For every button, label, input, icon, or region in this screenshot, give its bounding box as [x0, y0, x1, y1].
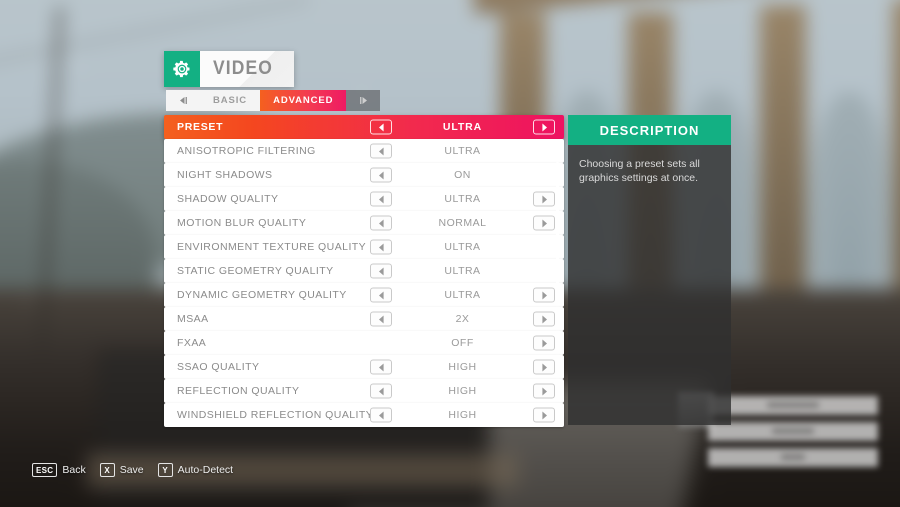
triangle-left-icon[interactable]	[370, 167, 392, 183]
setting-row[interactable]: SHADOW QUALITY ULTRA	[164, 187, 564, 211]
setting-label: DYNAMIC GEOMETRY QUALITY	[177, 289, 347, 301]
setting-value: NORMAL	[438, 217, 487, 229]
setting-label: FXAA	[177, 337, 207, 349]
setting-label: MOTION BLUR QUALITY	[177, 217, 307, 229]
page-title-plate: VIDEO	[200, 51, 295, 87]
footer-hint[interactable]: ESC Back	[32, 463, 86, 477]
setting-label: SHADOW QUALITY	[177, 193, 279, 205]
description-header: DESCRIPTION	[568, 115, 731, 145]
setting-label: MSAA	[177, 313, 209, 325]
footer-hint[interactable]: Y Auto-Detect	[157, 463, 234, 477]
settings-rows: ANISOTROPIC FILTERING ULTRA NIGHT SHADOWS O…	[164, 139, 564, 427]
triangle-right-icon[interactable]	[533, 335, 555, 351]
triangle-left-icon[interactable]	[370, 215, 392, 231]
setting-value: ULTRA	[444, 289, 481, 301]
settings-scrollbar-track[interactable]	[556, 140, 559, 402]
triangle-right-icon[interactable]	[533, 119, 555, 135]
setting-row[interactable]: DYNAMIC GEOMETRY QUALITY ULTRA	[164, 283, 564, 307]
setting-value: OFF	[451, 337, 474, 349]
triangle-right-icon[interactable]	[533, 407, 555, 423]
tab-advanced[interactable]: ADVANCED	[260, 90, 347, 111]
setting-row[interactable]: NIGHT SHADOWS ON	[164, 163, 564, 187]
settings-list[interactable]: PRESET ULTRA ANISOTROPIC FILTERING ULTRA N…	[164, 115, 564, 431]
tab-advanced-label: ADVANCED	[273, 95, 334, 106]
setting-value: ULTRA	[444, 145, 481, 157]
description-text: Choosing a preset sets all graphics sett…	[579, 158, 700, 184]
footer-hint-key: X	[99, 463, 115, 477]
description-title: DESCRIPTION	[599, 122, 700, 138]
setting-row[interactable]: ANISOTROPIC FILTERING ULTRA	[164, 139, 564, 163]
footer-hint[interactable]: X Save	[99, 463, 144, 477]
background-menu-button	[708, 422, 878, 441]
setting-value: ULTRA	[444, 265, 481, 277]
triangle-left-icon[interactable]	[370, 143, 392, 159]
setting-row[interactable]: STATIC GEOMETRY QUALITY ULTRA	[164, 259, 564, 283]
description-panel: DESCRIPTION Choosing a preset sets all g…	[568, 115, 731, 425]
setting-value: HIGH	[448, 361, 477, 373]
footer-hint-key: ESC	[32, 463, 58, 477]
setting-label: NIGHT SHADOWS	[177, 169, 273, 181]
triangle-left-icon[interactable]	[370, 359, 392, 375]
setting-value: HIGH	[448, 385, 477, 397]
tab-basic[interactable]: BASIC	[200, 90, 261, 111]
triangle-right-icon[interactable]	[533, 383, 555, 399]
triangle-left-icon[interactable]	[370, 263, 392, 279]
tab-basic-label: BASIC	[213, 95, 248, 106]
triangle-right-icon[interactable]	[533, 359, 555, 375]
background-menu-buttons	[708, 396, 878, 468]
setting-label: ANISOTROPIC FILTERING	[177, 145, 316, 157]
setting-value: ULTRA	[444, 193, 481, 205]
setting-row[interactable]: WINDSHIELD REFLECTION QUALITY HIGH	[164, 403, 564, 427]
setting-value: 2X	[455, 313, 470, 325]
tab-prev-button[interactable]	[166, 90, 200, 111]
triangle-left-icon[interactable]	[370, 191, 392, 207]
game-video-settings-screen: VIDEO BASIC ADVANCED PRESET ULTRA ANISOT…	[0, 0, 900, 507]
setting-row[interactable]: FXAA OFF	[164, 331, 564, 355]
triangle-left-icon[interactable]	[370, 383, 392, 399]
triangle-right-icon[interactable]	[533, 191, 555, 207]
setting-row[interactable]: MOTION BLUR QUALITY NORMAL	[164, 211, 564, 235]
footer-hints: ESC Back X Save Y Auto-Detect	[32, 463, 233, 477]
footer-hint-key: Y	[157, 463, 173, 477]
triangle-left-icon[interactable]	[370, 407, 392, 423]
tab-bar: BASIC ADVANCED	[166, 90, 381, 111]
setting-label: ENVIRONMENT TEXTURE QUALITY	[177, 241, 367, 253]
setting-row[interactable]: MSAA 2X	[164, 307, 564, 331]
setting-row-preset[interactable]: PRESET ULTRA	[164, 115, 564, 139]
setting-label: PRESET	[177, 121, 224, 133]
page-header: VIDEO	[164, 51, 295, 87]
setting-row[interactable]: SSAO QUALITY HIGH	[164, 355, 564, 379]
setting-label: SSAO QUALITY	[177, 361, 260, 373]
triangle-right-icon[interactable]	[533, 287, 555, 303]
triangle-left-icon[interactable]	[370, 239, 392, 255]
background-menu-button	[708, 448, 878, 467]
setting-label: WINDSHIELD REFLECTION QUALITY	[177, 409, 374, 421]
setting-value: ULTRA	[442, 121, 483, 133]
footer-hint-label: Save	[119, 464, 144, 476]
triangle-left-icon[interactable]	[370, 287, 392, 303]
setting-row[interactable]: REFLECTION QUALITY HIGH	[164, 379, 564, 403]
setting-value: ULTRA	[444, 241, 481, 253]
tab-next-button[interactable]	[346, 90, 381, 111]
settings-scrollbar-thumb[interactable]	[556, 162, 559, 290]
triangle-left-icon[interactable]	[370, 119, 392, 135]
setting-label: STATIC GEOMETRY QUALITY	[177, 265, 334, 277]
setting-value: ON	[454, 169, 471, 181]
setting-label: REFLECTION QUALITY	[177, 385, 300, 397]
page-title: VIDEO	[213, 58, 273, 79]
setting-value: HIGH	[448, 409, 477, 421]
triangle-right-icon[interactable]	[533, 215, 555, 231]
footer-hint-label: Auto-Detect	[177, 464, 234, 476]
triangle-right-icon[interactable]	[533, 311, 555, 327]
setting-row[interactable]: ENVIRONMENT TEXTURE QUALITY ULTRA	[164, 235, 564, 259]
footer-hint-label: Back	[62, 464, 86, 476]
gear-icon	[164, 51, 200, 87]
triangle-left-icon[interactable]	[370, 311, 392, 327]
background-menu-button	[708, 396, 878, 415]
